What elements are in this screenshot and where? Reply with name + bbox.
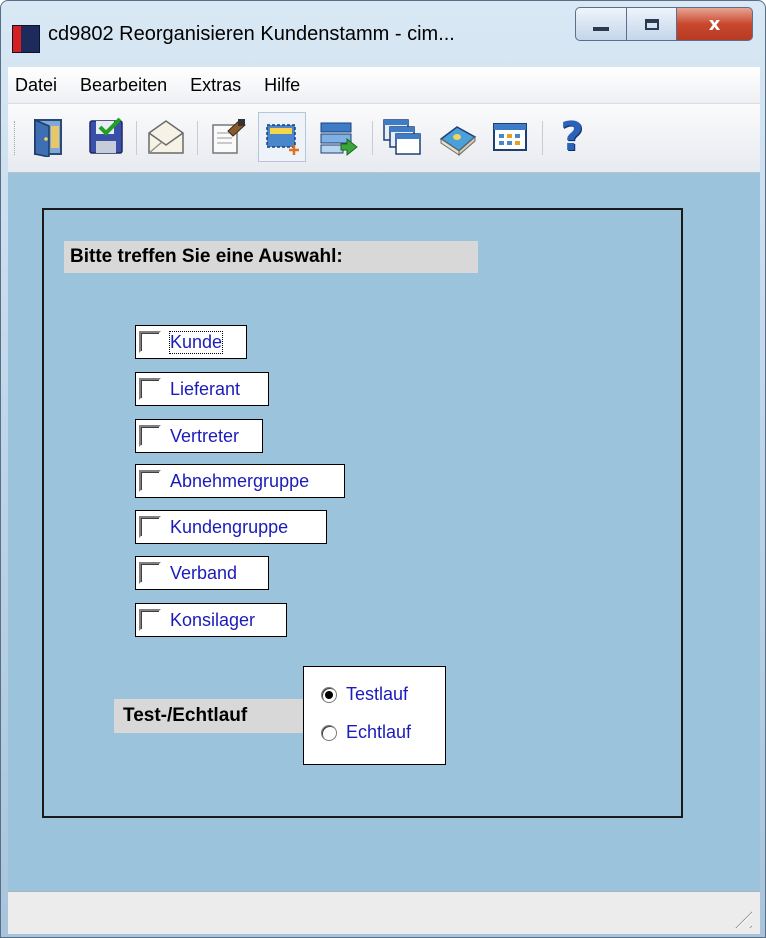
- checkbox-konsilager[interactable]: Konsilager: [135, 603, 287, 637]
- radio-label: Testlauf: [346, 684, 409, 704]
- windows-cascade-button[interactable]: [378, 112, 426, 162]
- test-echtlauf-label: Test-/Echtlauf: [114, 699, 308, 733]
- list-import-icon: [320, 122, 358, 157]
- checkbox-label: Abnehmergruppe: [170, 470, 310, 491]
- mail-button[interactable]: [142, 112, 190, 162]
- toolbar-separator: [197, 121, 198, 155]
- checkbox-label: Kunde: [168, 330, 224, 354]
- book-icon: [439, 126, 477, 157]
- help-button[interactable]: ?: [548, 112, 596, 162]
- checkbox-kunde[interactable]: Kunde: [135, 325, 247, 359]
- save-icon: [89, 117, 123, 154]
- checkbox-label: Konsilager: [170, 609, 256, 630]
- toolbar: ?: [8, 104, 760, 173]
- checkbox-box[interactable]: [139, 516, 161, 538]
- window-controls: x: [575, 7, 753, 41]
- application-window: cd9802 Reorganisieren Kundenstamm - cim.…: [0, 0, 766, 938]
- close-icon: x: [708, 13, 721, 35]
- menu-bearbeiten[interactable]: Bearbeiten: [73, 75, 177, 96]
- help-icon: ?: [560, 114, 584, 160]
- radio-button-checked[interactable]: [321, 686, 337, 703]
- book-button[interactable]: [434, 112, 482, 162]
- checkbox-label: Vertreter: [170, 425, 240, 446]
- maximize-button[interactable]: [627, 7, 677, 41]
- checkbox-abnehmergruppe[interactable]: Abnehmergruppe: [135, 464, 345, 498]
- menu-bar: Datei Bearbeiten Extras Hilfe: [8, 67, 760, 104]
- exit-button[interactable]: [26, 112, 74, 162]
- radio-testlauf[interactable]: Testlauf: [321, 684, 408, 705]
- app-logo-icon[interactable]: [12, 25, 40, 53]
- radio-label: Echtlauf: [346, 722, 412, 742]
- new-selection-button[interactable]: [258, 112, 306, 162]
- checkbox-label: Lieferant: [170, 378, 241, 399]
- table-button[interactable]: [486, 112, 534, 162]
- menu-datei[interactable]: Datei: [8, 75, 67, 96]
- radio-echtlauf[interactable]: Echtlauf: [321, 722, 411, 743]
- checkbox-vertreter[interactable]: Vertreter: [135, 419, 263, 453]
- window-title: cd9802 Reorganisieren Kundenstamm - cim.…: [48, 23, 455, 45]
- checkbox-label: Verband: [170, 562, 238, 583]
- radio-button[interactable]: [321, 724, 337, 741]
- checkbox-box[interactable]: [139, 378, 161, 400]
- checkbox-box[interactable]: [139, 470, 161, 492]
- run-mode-radio-group: Testlauf Echtlauf: [303, 666, 446, 765]
- title-bar[interactable]: cd9802 Reorganisieren Kundenstamm - cim.…: [1, 1, 765, 67]
- save-button[interactable]: [82, 112, 130, 162]
- windows-cascade-icon: [383, 119, 421, 155]
- exit-door-icon: [34, 118, 62, 157]
- new-selection-icon: [266, 124, 299, 155]
- checkbox-verband[interactable]: Verband: [135, 556, 269, 590]
- checkbox-box[interactable]: [139, 562, 161, 584]
- checkbox-kundengruppe[interactable]: Kundengruppe: [135, 510, 327, 544]
- maximize-icon: [644, 18, 659, 30]
- resize-grip[interactable]: [726, 902, 752, 928]
- minimize-button[interactable]: [575, 7, 627, 41]
- menu-extras[interactable]: Extras: [183, 75, 251, 96]
- edit-notepad-icon: [212, 119, 246, 154]
- checkbox-box[interactable]: [139, 331, 161, 353]
- client-area: Datei Bearbeiten Extras Hilfe ?: [8, 67, 760, 934]
- edit-button[interactable]: [204, 112, 252, 162]
- checkbox-box[interactable]: [139, 609, 161, 631]
- toolbar-separator: [136, 121, 137, 155]
- checkbox-lieferant[interactable]: Lieferant: [135, 372, 269, 406]
- checkbox-box[interactable]: [139, 425, 161, 447]
- mail-envelope-icon: [148, 120, 184, 154]
- table-grid-icon: [493, 123, 527, 151]
- toolbar-separator: [372, 121, 373, 155]
- toolbar-separator: [542, 121, 543, 155]
- checkbox-label: Kundengruppe: [170, 516, 289, 537]
- status-bar: [8, 891, 760, 934]
- menu-hilfe[interactable]: Hilfe: [257, 75, 310, 96]
- minimize-icon: [593, 27, 609, 31]
- list-import-button[interactable]: [314, 112, 362, 162]
- close-button[interactable]: x: [677, 7, 753, 41]
- selection-heading: Bitte treffen Sie eine Auswahl:: [64, 241, 478, 273]
- toolbar-grip[interactable]: [14, 121, 19, 155]
